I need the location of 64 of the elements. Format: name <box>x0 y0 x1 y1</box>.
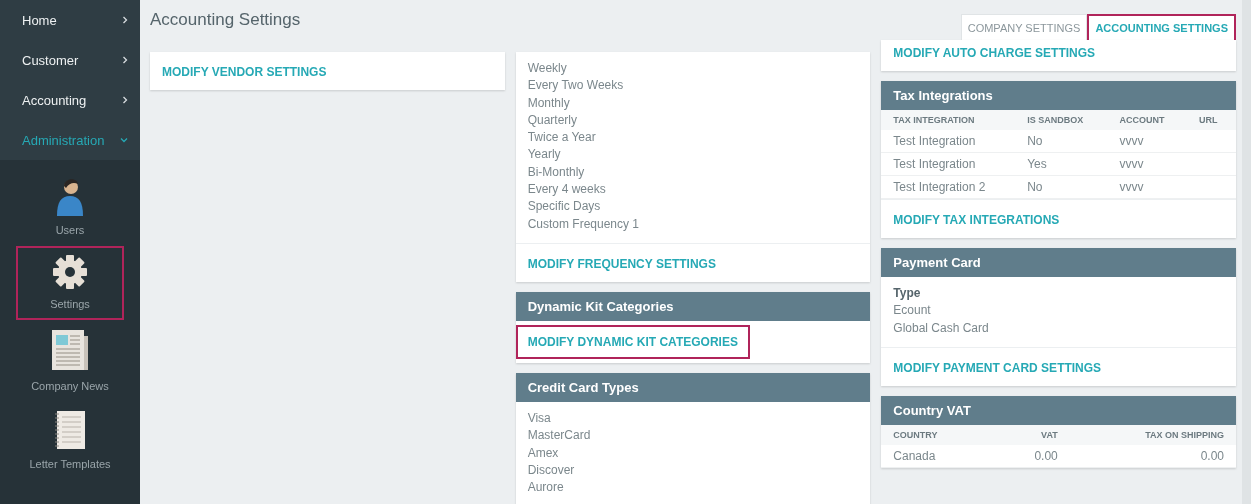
card-title: Dynamic Kit Categories <box>515 291 871 321</box>
list-item: Every Two Weeks <box>527 77 625 95</box>
chevron-right-icon <box>122 56 128 64</box>
nav-item[interactable]: Home <box>0 0 140 40</box>
list-item: Visa <box>527 409 552 427</box>
list-item: Ecount <box>893 302 932 320</box>
notepad-icon <box>53 410 87 450</box>
settings-link[interactable]: MODIFY PAYMENT CARD SETTINGS <box>893 360 1102 375</box>
list-item: Amex <box>527 444 560 462</box>
list-item: Specific Days <box>527 198 602 216</box>
table-cell: 0.00 <box>1200 448 1224 463</box>
sidebar-app[interactable]: Company News <box>16 320 124 402</box>
list-item: Bi-Monthly <box>527 163 586 181</box>
column-header: ACCOUNT <box>1107 110 1187 130</box>
chevron-down-icon <box>120 137 128 143</box>
nav-item[interactable]: Administration <box>0 120 140 160</box>
settings-tab[interactable]: ACCOUNTING SETTINGS <box>1087 14 1236 42</box>
table-cell: vvvv <box>1119 134 1144 148</box>
sidebar-app[interactable]: Letter Templates <box>16 402 124 480</box>
card-title: Tax Integrations <box>881 81 1236 110</box>
list-item: Twice a Year <box>527 129 597 147</box>
list-item: Monthly <box>527 94 571 112</box>
list-item: Global Cash Card <box>893 319 990 337</box>
sidebar-app[interactable]: Users <box>16 166 124 246</box>
card-title: Payment Card <box>881 248 1236 277</box>
table-cell: Test Integration 2 <box>893 180 986 194</box>
chevron-right-icon <box>122 16 128 24</box>
table-cell: 0.00 <box>1034 448 1058 463</box>
table-cell: Test Integration <box>893 134 976 148</box>
column-header: IS SANDBOX <box>1015 110 1108 130</box>
column-header: TAX INTEGRATION <box>881 110 1016 130</box>
card-title: Country VAT <box>881 395 1236 425</box>
table-cell: vvvv <box>1119 157 1144 171</box>
newspaper-icon <box>50 328 90 372</box>
column-header: COUNTRY <box>881 424 1001 445</box>
nav-item[interactable]: Customer <box>0 40 140 80</box>
sidebar-app[interactable]: Settings <box>16 246 124 320</box>
list-item: Weekly <box>527 60 568 77</box>
settings-link[interactable]: MODIFY AUTO CHARGE SETTINGS <box>893 46 1096 60</box>
chevron-right-icon <box>122 96 128 104</box>
list-item: Discover <box>527 461 576 479</box>
list-item: Aurore <box>527 479 565 497</box>
table-cell: vvvv <box>1119 180 1144 194</box>
settings-tab[interactable]: COMPANY SETTINGS <box>960 14 1088 42</box>
list-item: MasterCard <box>527 427 592 445</box>
settings-link[interactable]: MODIFY TAX INTEGRATIONS <box>893 213 1060 227</box>
table-cell: No <box>1027 180 1043 194</box>
page-title: Accounting Settings <box>150 10 301 30</box>
settings-link[interactable]: MODIFY VENDOR SETTINGS <box>162 65 327 79</box>
nav-item[interactable]: Accounting <box>0 80 140 120</box>
table-cell: Canada <box>893 448 936 463</box>
list-item: Quarterly <box>527 111 578 129</box>
table-cell: Test Integration <box>893 157 976 171</box>
column-header: URL <box>1186 110 1236 130</box>
list-heading: Type <box>893 285 922 302</box>
settings-link[interactable]: MODIFY FREQUENCY SETTINGS <box>527 256 716 271</box>
table-cell: No <box>1027 134 1043 148</box>
table-cell: Yes <box>1027 157 1047 171</box>
card-title: Credit Card Types <box>515 372 871 402</box>
list-item: Yearly <box>527 146 562 164</box>
list-item: Custom Frequency 1 <box>527 215 641 233</box>
settings-link[interactable]: MODIFY DYNAMIC KIT CATEGORIES <box>515 324 750 359</box>
list-item: Every 4 weeks <box>527 181 607 199</box>
gear-icon <box>52 254 88 290</box>
